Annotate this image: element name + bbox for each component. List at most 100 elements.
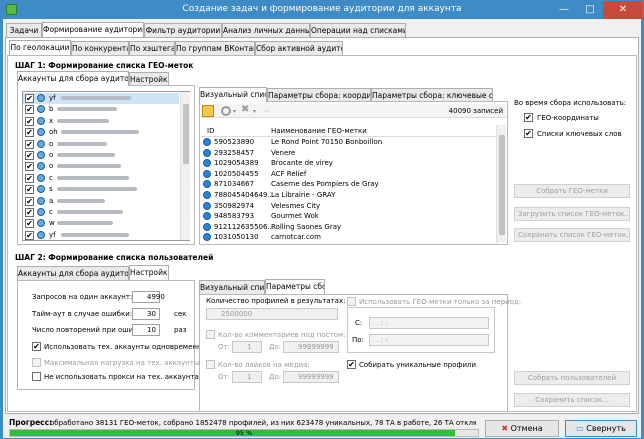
step2-tab-accounts[interactable]: Аккаунты для сбора аудитории [17,266,129,280]
profiles-spinner[interactable]: 2500000 [206,308,338,320]
opt-no-proxy-checkbox[interactable] [32,372,41,381]
step2-title: ШАГ 2: Формирование списка пользователей [15,253,214,262]
geo-row[interactable]: 1029054389 Brocante de virey [201,158,493,169]
account-checkbox[interactable]: ✔ [25,173,34,183]
load-geo-button[interactable]: Загрузить список ГЕО-меток... [514,207,630,221]
minimize-label: Свернуть [586,424,626,433]
account-row[interactable]: ✔ x [23,116,179,127]
account-row[interactable]: ✔ c [23,207,179,218]
subtab-geo[interactable]: По геолокации [9,40,71,55]
unique-checkbox[interactable]: ✔ [347,360,356,369]
account-checkbox[interactable]: ✔ [25,105,34,115]
opt-simultaneous-checkbox[interactable]: ✔ [32,342,41,351]
account-row[interactable]: ✔ oh [23,127,179,138]
collect-users-button[interactable]: Собрать пользователей [514,371,630,385]
step1-tab-keywords[interactable]: Параметры сбора: ключевые слова [371,88,493,102]
likes-to-spinner[interactable]: 99999999 [283,371,339,383]
geo-row[interactable]: 350982974 Velesmes City [201,201,493,212]
save-geo-button[interactable]: Сохранить список ГЕО-меток... [514,228,630,242]
step2-tab-visual[interactable]: Визуальный список [199,280,265,294]
account-row[interactable]: ✔ o [23,161,179,172]
check-dropdown-icon[interactable]: ▾ [233,108,236,115]
account-checkbox[interactable]: ✔ [25,208,34,217]
step2-tab-params[interactable]: Параметры сбора [265,279,325,294]
col-name-header[interactable]: Наименование ГЕО-метки [271,127,367,135]
account-checkbox[interactable]: ✔ [25,230,34,240]
geo-scrollbar[interactable] [496,125,506,243]
close-window-button[interactable]: ✕ [603,1,643,19]
account-row[interactable]: ✔ yf [23,230,179,241]
step1-tab-coords[interactable]: Параметры сбора: координаты [267,88,371,102]
tab-personal-data[interactable]: Анализ личных данных [222,23,310,37]
account-checkbox[interactable]: ✔ [25,219,34,229]
use-geo-checkbox[interactable]: ✔ [524,113,533,122]
requests-spinner[interactable]: 4990 [132,291,165,303]
accounts-scroll-thumb[interactable] [183,104,189,164]
account-row[interactable]: ✔ s [23,184,179,195]
account-row[interactable]: ✔ o [23,150,179,161]
likes-checkbox[interactable] [206,360,215,369]
title-bar[interactable]: Создание задач и формирование аудитории … [1,1,643,19]
collect-geo-button[interactable]: Собрать ГЕО-метки [514,184,630,198]
subtab-competitors[interactable]: По конкурентам [71,41,129,55]
geo-row[interactable]: 590523890 Le Rond Point 70150 Bonboillon [201,137,493,148]
geo-row[interactable]: 1020504455 ACF Relief [201,169,493,180]
account-row[interactable]: ✔ c [23,173,179,184]
tab-filter[interactable]: Фильтр аудитории [144,23,222,37]
opt-max-load-checkbox[interactable] [32,358,41,367]
geo-row[interactable]: 1031050130 carnotcar.com [201,232,493,243]
date-to-input[interactable]: . . : : [369,334,489,346]
col-id-header[interactable]: ID [207,127,214,135]
subtab-active-audience[interactable]: Сбор активной аудитории [255,41,343,55]
accounts-scrollbar[interactable] [180,92,190,240]
account-checkbox[interactable]: ✔ [25,185,34,195]
comments-from-spinner[interactable]: 1 [232,341,262,353]
timeout-spinner[interactable]: 30 [132,308,160,320]
geo-row[interactable]: 788045404649... La Librairie - GRAY [201,190,493,201]
date-from-input[interactable]: . . : : [369,317,489,329]
account-checkbox[interactable]: ✔ [25,162,34,172]
folder-icon[interactable] [202,105,214,117]
account-checkbox[interactable]: ✔ [25,139,34,149]
tab-audience[interactable]: Формирование аудитории [42,22,144,37]
delete-icon[interactable]: ✖ [241,104,249,115]
period-checkbox[interactable] [347,297,356,306]
step1-tab-visual[interactable]: Визуальный список [199,87,267,102]
more-icon[interactable]: ⋯ [263,107,270,115]
geo-row[interactable]: 912112635506... Rolling Saones Gray [201,222,493,233]
account-checkbox[interactable]: ✔ [25,116,34,126]
account-checkbox[interactable]: ✔ [25,196,34,206]
maximize-window-button[interactable]: □ [577,1,603,19]
step2-tab-settings[interactable]: Настройки [129,265,169,280]
retry-spinner[interactable]: 10 [132,324,160,336]
save-users-button[interactable]: Сохранить список... [514,393,630,407]
cancel-button[interactable]: ✖ Отмена [485,420,559,437]
geo-row[interactable]: 871034667 Caserne des Pompiers de Gray [201,179,493,190]
account-checkbox[interactable]: ✔ [25,128,34,138]
comments-to-spinner[interactable]: 99999999 [283,341,339,353]
geo-list[interactable]: 590523890 Le Rond Point 70150 Bonboillon 2… [201,137,493,243]
likes-from-spinner[interactable]: 1 [232,371,262,383]
delete-dropdown-icon[interactable]: ▾ [253,108,256,115]
account-row[interactable]: ✔ w [23,218,179,229]
tab-list-operations[interactable]: Операции над списками [310,23,406,37]
account-row[interactable]: ✔ a [23,196,179,207]
geo-row[interactable]: 293258457 Venere [201,148,493,159]
account-row[interactable]: ✔ o [23,139,179,150]
account-checkbox[interactable]: ✔ [25,151,34,160]
comments-checkbox[interactable] [206,330,215,339]
step1-tab-settings[interactable]: Настройки [129,72,169,86]
geo-scroll-thumb[interactable] [499,135,505,235]
tab-tasks[interactable]: Задачи [6,23,42,37]
account-row[interactable]: ✔ yf [23,93,179,104]
check-icon[interactable] [221,106,231,116]
step1-tab-accounts[interactable]: Аккаунты для сбора аудитории [17,71,129,86]
minimize-button[interactable]: ▭ Свернуть [565,420,637,437]
use-keywords-checkbox[interactable]: ✔ [524,129,533,138]
account-row[interactable]: ✔ b [23,104,179,115]
subtab-hashtags[interactable]: По хэштегам [129,41,175,55]
account-checkbox[interactable]: ✔ [25,94,34,103]
geo-row[interactable]: 948583793 Gourmet Wok [201,211,493,222]
subtab-vk-groups[interactable]: По группам ВКонтакте [175,41,255,55]
minimize-window-button[interactable]: — [551,1,577,19]
